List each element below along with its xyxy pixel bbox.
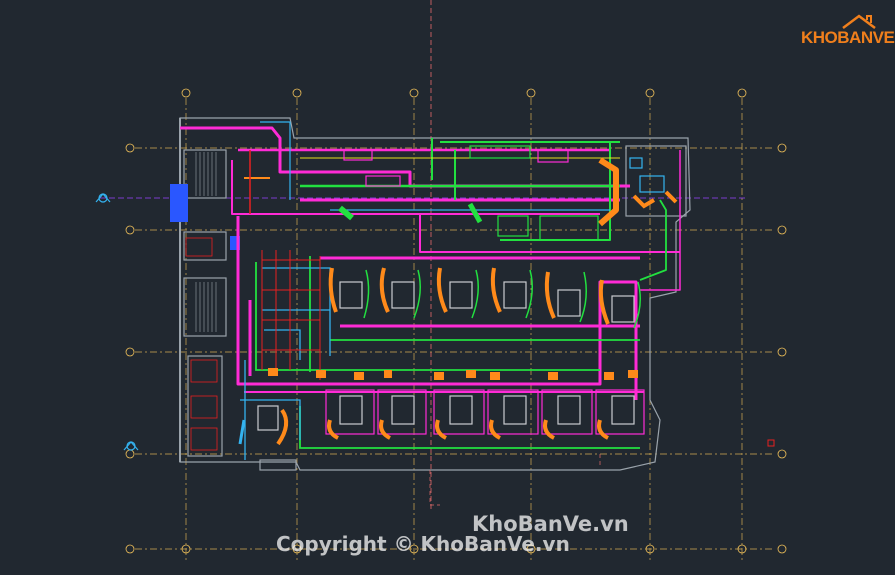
logo-text: KHOBANVE [801,28,895,47]
blue-unit-left [170,184,188,222]
cad-drawing-canvas[interactable] [0,0,895,575]
khobanve-logo: KHOBANVE [797,12,895,52]
watermark-copyright: Copyright © KhoBanVe.vn [276,532,570,556]
drawing-background [0,0,895,575]
